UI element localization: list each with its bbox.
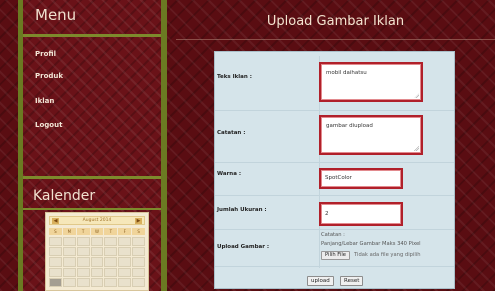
warna-label: Warna : (217, 171, 242, 177)
teks-iklan-label: Teks Iklan : (217, 74, 252, 80)
sidebar: Menu Profil Produk Iklan Logout Kalender… (18, 0, 167, 291)
calendar-day-cell[interactable] (132, 257, 145, 267)
calendar-grid (49, 237, 145, 287)
calendar-top-divider (23, 176, 161, 179)
weekday: W (90, 228, 104, 235)
resize-handle-icon[interactable] (414, 146, 419, 151)
calendar-widget: ◀ August 2014 ▶ S M T W T F S (45, 212, 149, 291)
weekday: T (76, 228, 90, 235)
menu-item-profil[interactable]: Profil (35, 50, 56, 58)
calendar-day-cell[interactable] (132, 277, 145, 287)
calendar-day-cell[interactable] (62, 267, 76, 277)
header-divider (176, 39, 495, 40)
row-divider (215, 195, 454, 196)
calendar-day-cell[interactable] (90, 247, 104, 257)
calendar-title: Kalender (33, 188, 96, 204)
calendar-day-cell[interactable] (118, 257, 132, 267)
row-divider (215, 110, 454, 111)
row-divider (215, 229, 454, 230)
calendar-day-cell[interactable] (49, 277, 62, 287)
calendar-day-cell[interactable] (62, 277, 76, 287)
calendar-day-cell[interactable] (76, 237, 90, 247)
choose-file-button[interactable]: Pilih File (321, 251, 350, 260)
calendar-divider (23, 208, 161, 210)
calendar-weekdays: S M T W T F S (49, 228, 146, 235)
calendar-day-cell[interactable] (90, 237, 104, 247)
calendar-day-cell[interactable] (62, 237, 76, 247)
jumlah-ukuran-label: Jumlah Ukuran : (217, 207, 267, 213)
calendar-day-cell[interactable] (49, 237, 62, 247)
weekday: S (132, 228, 146, 235)
upload-button[interactable]: upload (307, 276, 334, 286)
calendar-day-cell[interactable] (132, 247, 145, 257)
reset-button[interactable]: Reset (340, 276, 364, 286)
weekday: M (62, 228, 76, 235)
calendar-day-cell[interactable] (76, 277, 90, 287)
upload-gambar-label: Upload Gambar : (217, 244, 270, 250)
calendar-day-cell[interactable] (104, 257, 118, 267)
upload-note-title: Catatan : (321, 232, 345, 238)
calendar-day-cell[interactable] (62, 247, 76, 257)
upload-form: Teks Iklan : mobil daihatsu Catatan : ga… (214, 51, 455, 289)
calendar-day-cell[interactable] (90, 267, 104, 277)
catatan-textarea[interactable]: gambar diupload (319, 115, 423, 155)
catatan-label: Catatan : (217, 130, 246, 136)
teks-iklan-value: mobil daihatsu (326, 70, 367, 76)
calendar-day-cell[interactable] (76, 267, 90, 277)
calendar-day-cell[interactable] (104, 277, 118, 287)
calendar-day-cell[interactable] (76, 257, 90, 267)
upload-note-text: Panjang/Lebar Gambar Maks 340 Pixel (321, 241, 421, 247)
menu-divider (23, 34, 161, 37)
file-status: Tidak ada file yang dipilih (354, 252, 421, 258)
calendar-day-cell[interactable] (118, 267, 132, 277)
calendar-day-cell[interactable] (132, 267, 145, 277)
menu-item-iklan[interactable]: Iklan (35, 97, 54, 105)
calendar-day-cell[interactable] (118, 237, 132, 247)
row-divider (215, 266, 454, 267)
jumlah-ukuran-value: 2 (325, 211, 329, 217)
warna-value: SpotColor (325, 175, 352, 181)
calendar-day-cell[interactable] (49, 247, 62, 257)
menu-item-produk[interactable]: Produk (35, 72, 63, 80)
calendar-day-cell[interactable] (104, 267, 118, 277)
calendar-day-cell[interactable] (118, 247, 132, 257)
calendar-day-cell[interactable] (90, 257, 104, 267)
calendar-day-cell[interactable] (118, 277, 132, 287)
resize-handle-icon[interactable] (414, 93, 419, 98)
teks-iklan-textarea[interactable]: mobil daihatsu (319, 62, 423, 102)
catatan-value: gambar diupload (326, 123, 373, 129)
weekday: S (49, 228, 62, 235)
weekday: F (118, 228, 132, 235)
calendar-day-cell[interactable] (49, 267, 62, 277)
calendar-day-cell[interactable] (76, 247, 90, 257)
calendar-month: August 2014 (82, 218, 112, 223)
page-title: Upload Gambar Iklan (266, 14, 405, 29)
calendar-prev-icon[interactable]: ◀ (52, 218, 59, 224)
calendar-day-cell[interactable] (90, 277, 104, 287)
calendar-day-cell[interactable] (104, 247, 118, 257)
menu-item-logout[interactable]: Logout (35, 121, 62, 129)
calendar-next-icon[interactable]: ▶ (135, 218, 142, 224)
jumlah-ukuran-input[interactable]: 2 (319, 202, 403, 226)
warna-input[interactable]: SpotColor (319, 168, 403, 189)
calendar-day-cell[interactable] (104, 237, 118, 247)
row-divider (215, 162, 454, 163)
calendar-day-cell[interactable] (49, 257, 62, 267)
calendar-header: ◀ August 2014 ▶ (49, 216, 145, 225)
menu-title: Menu (35, 6, 77, 24)
calendar-day-cell[interactable] (62, 257, 76, 267)
calendar-day-cell[interactable] (132, 237, 145, 247)
weekday: T (104, 228, 118, 235)
